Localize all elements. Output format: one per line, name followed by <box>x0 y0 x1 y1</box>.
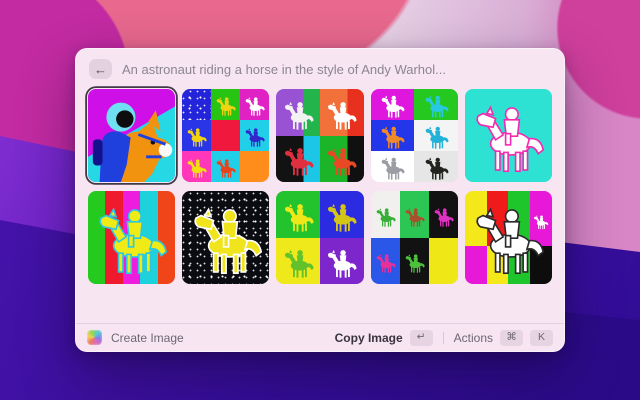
window-header: ← An astronaut riding a horse in the sty… <box>76 49 564 88</box>
horse-rider-figure <box>419 154 454 182</box>
pop-art-panel <box>371 89 415 120</box>
horse-rider-figure <box>419 123 454 151</box>
raycast-window: ← An astronaut riding a horse in the sty… <box>75 48 565 352</box>
k-key-icon: K <box>530 330 553 346</box>
horse-rider-figure <box>324 94 359 136</box>
result-thumbnail-9[interactable] <box>371 191 458 284</box>
horse-rider-figure <box>91 198 171 281</box>
horse-rider-figure <box>403 196 426 238</box>
horse-rider-figure <box>214 154 237 182</box>
actions-button[interactable]: Actions ⌘ K <box>454 330 553 346</box>
footer-divider <box>443 332 444 344</box>
pop-art-panel <box>320 191 364 238</box>
pop-art-collage <box>371 89 458 182</box>
horse-rider-figure <box>374 196 397 238</box>
pop-art-panel <box>414 151 458 182</box>
pop-art-panel <box>371 191 400 238</box>
result-thumbnail-1[interactable] <box>88 89 175 182</box>
copy-image-button[interactable]: Copy Image ↵ <box>335 330 433 346</box>
pop-art-panel <box>211 151 240 182</box>
pop-art-panel <box>240 151 269 182</box>
pop-art-panel <box>276 191 320 238</box>
horse-rider-figure <box>281 196 316 238</box>
horse-rider-figure <box>243 92 266 120</box>
horse-rider-figure <box>374 242 397 284</box>
result-thumbnail-8[interactable] <box>276 191 363 284</box>
create-image-icon <box>87 330 102 345</box>
horse-rider-figure <box>185 154 208 182</box>
horse-rider-figure <box>281 140 316 182</box>
pop-art-panel <box>240 120 269 151</box>
horse-rider-figure <box>281 242 316 284</box>
pop-art-panel <box>371 120 415 151</box>
horse-rider-figure <box>375 92 410 120</box>
pop-art-panel <box>320 136 364 183</box>
return-key-icon: ↵ <box>410 330 433 346</box>
result-thumbnail-5[interactable] <box>465 89 552 182</box>
pop-art-panel <box>320 89 364 136</box>
pop-art-panel <box>371 151 415 182</box>
pop-art-collage <box>182 89 269 182</box>
arrow-left-icon: ← <box>94 63 107 76</box>
horse-rider-figure <box>185 123 208 151</box>
horse-rider-figure <box>375 123 410 151</box>
pop-art-panel <box>182 89 211 120</box>
pop-art-panel <box>429 238 458 285</box>
copy-image-label: Copy Image <box>335 331 403 345</box>
horse-rider-figure <box>375 154 410 182</box>
horse-rider-figure <box>281 94 316 136</box>
pop-art-panel <box>182 120 211 151</box>
pop-art-panel <box>211 89 240 120</box>
actions-label: Actions <box>454 331 493 345</box>
pop-art-panel <box>276 136 320 183</box>
horse-rider-figure <box>468 198 548 281</box>
horse-rider-figure <box>214 92 237 120</box>
horse-rider-figure <box>324 242 359 284</box>
pop-art-panel <box>182 151 211 182</box>
prompt-text: An astronaut riding a horse in the style… <box>122 62 446 77</box>
pop-art-panel <box>400 238 429 285</box>
pop-art-panel <box>400 191 429 238</box>
pop-art-collage <box>371 191 458 284</box>
pop-art-panel <box>320 238 364 285</box>
footer-actions: Copy Image ↵ Actions ⌘ K <box>335 330 553 346</box>
horse-rider-figure <box>432 196 455 238</box>
result-thumbnail-6[interactable] <box>88 191 175 284</box>
pop-art-panel <box>276 89 320 136</box>
pop-art-panel <box>371 238 400 285</box>
horse-rider-figure <box>243 123 266 151</box>
command-label: Create Image <box>111 331 184 345</box>
pop-art-panel <box>276 238 320 285</box>
pop-art-collage <box>276 89 363 182</box>
window-footer: Create Image Copy Image ↵ Actions ⌘ K <box>76 323 564 351</box>
pop-art-panel <box>429 191 458 238</box>
horse-rider-figure <box>324 140 359 182</box>
result-thumbnail-4[interactable] <box>371 89 458 182</box>
pop-art-panel <box>414 89 458 120</box>
astronaut-closeup-art <box>88 89 175 182</box>
pop-art-panel <box>240 89 269 120</box>
horse-rider-figure <box>419 92 454 120</box>
results-grid <box>76 88 564 284</box>
command-key-icon: ⌘ <box>500 330 523 346</box>
back-button[interactable]: ← <box>89 59 112 79</box>
pop-art-panel <box>414 120 458 151</box>
horse-rider-figure <box>468 96 548 179</box>
result-thumbnail-7[interactable] <box>182 191 269 284</box>
result-thumbnail-2[interactable] <box>182 89 269 182</box>
horse-rider-figure <box>186 198 266 281</box>
pop-art-collage <box>276 191 363 284</box>
horse-rider-figure <box>403 242 426 284</box>
result-thumbnail-3[interactable] <box>276 89 363 182</box>
pop-art-panel <box>211 120 240 151</box>
horse-rider-figure <box>324 196 359 238</box>
result-thumbnail-10[interactable] <box>465 191 552 284</box>
